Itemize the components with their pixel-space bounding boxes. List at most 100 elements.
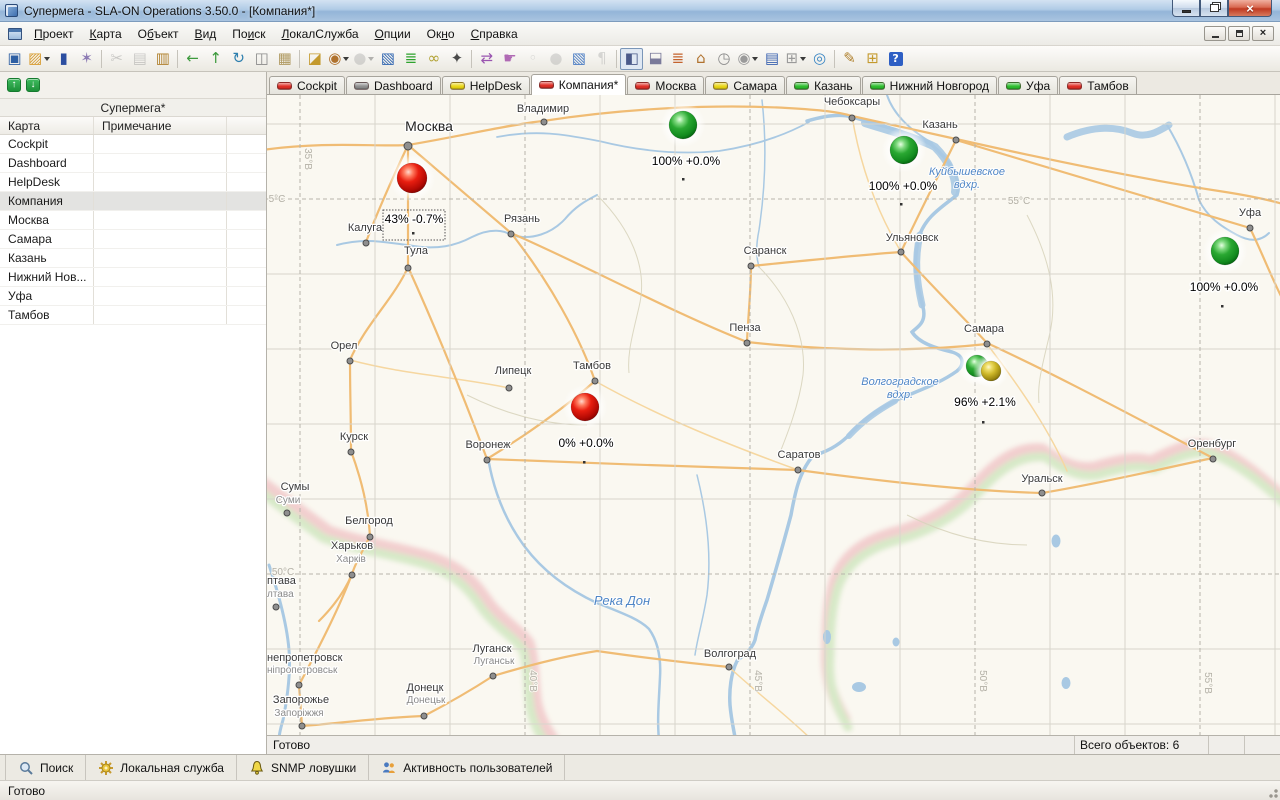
tab-snmp-traps[interactable]: SNMP ловушки — [237, 755, 369, 780]
restore-button[interactable] — [1200, 0, 1228, 17]
link-icon[interactable]: ∞ — [422, 48, 445, 70]
tab-company[interactable]: Компания* — [531, 74, 627, 95]
sidebar-row[interactable]: Казань — [0, 249, 266, 268]
mdi-restore-button[interactable] — [1228, 26, 1250, 41]
city-label: Самара — [964, 323, 1005, 335]
pin-icon[interactable]: ✦ — [445, 48, 468, 70]
open-map-icon[interactable]: ▨ — [26, 48, 52, 70]
help-icon[interactable]: ? — [884, 48, 907, 70]
status-legend-icon[interactable]: ≣ — [666, 48, 689, 70]
nav-up-button[interactable]: ↑ — [7, 78, 21, 92]
tab-user-activity[interactable]: Активность пользователей — [369, 755, 565, 780]
magic-wand-icon[interactable]: ✶ — [75, 48, 98, 70]
menu-local-service[interactable]: ЛокалСлужба — [274, 23, 367, 45]
workflow-icon[interactable]: ⊞ — [861, 48, 884, 70]
home-icon[interactable]: ⌂ — [689, 48, 712, 70]
add-user-icon[interactable]: ◉ — [326, 48, 351, 70]
globe-user-icon[interactable]: ◎ — [808, 48, 831, 70]
save-icon[interactable]: ▮ — [52, 48, 75, 70]
menu-map[interactable]: Карта — [82, 23, 130, 45]
menu-window[interactable]: Окно — [419, 23, 463, 45]
tab-cockpit[interactable]: Cockpit — [269, 76, 345, 94]
tab-moscow[interactable]: Москва — [627, 76, 704, 94]
tab-dashboard[interactable]: Dashboard — [346, 76, 441, 94]
paste-icon[interactable]: ▥ — [151, 48, 174, 70]
city-dot — [748, 263, 754, 269]
column-header-map[interactable]: Карта — [0, 117, 94, 134]
status-sphere-icon — [397, 163, 427, 193]
sidebar-row[interactable]: Cockpit — [0, 135, 266, 154]
sidebar-row[interactable]: HelpDesk — [0, 173, 266, 192]
tab-nizhny-novgorod[interactable]: Нижний Новгород — [862, 76, 997, 94]
city-label: Воронеж — [465, 439, 511, 451]
tab-helpdesk[interactable]: HelpDesk — [442, 76, 530, 94]
mdi-minimize-button[interactable] — [1204, 26, 1226, 41]
mdi-child-icon[interactable] — [8, 28, 22, 40]
note-cell — [94, 211, 227, 229]
back-icon[interactable]: ← — [181, 48, 204, 70]
city-label: Владимир — [517, 103, 569, 115]
marker-anchor-dot — [583, 461, 586, 464]
new-map-icon[interactable]: ▣ — [3, 48, 26, 70]
panel-left-icon[interactable]: ◧ — [620, 48, 643, 70]
map-canvas[interactable]: 35°В40°В45°В50°В55°В5°С55°С50°С Куйбышев… — [267, 95, 1280, 735]
tab-samara[interactable]: Самара — [705, 76, 785, 94]
close-button[interactable]: × — [1228, 0, 1272, 17]
tab-search[interactable]: Поиск — [5, 755, 86, 780]
properties-icon[interactable]: ✎ — [838, 48, 861, 70]
users-icon[interactable]: ◉ — [735, 48, 760, 70]
remote-window-icon[interactable]: ◫ — [250, 48, 273, 70]
sidebar-row[interactable]: Компания — [0, 192, 266, 211]
add-report-icon[interactable]: ◪ — [303, 48, 326, 70]
key-icon: ◦ — [521, 48, 544, 70]
menu-options[interactable]: Опции — [367, 23, 419, 45]
resize-grip[interactable] — [1266, 786, 1278, 798]
add-chart-icon[interactable]: ▧ — [376, 48, 399, 70]
city-label: Саранск — [744, 245, 787, 257]
city-label: Чебоксары — [824, 96, 880, 108]
tab-label: Казань — [814, 79, 853, 93]
menu-search[interactable]: Поиск — [224, 23, 273, 45]
up-icon[interactable]: ↑ — [204, 48, 227, 70]
city-dot — [404, 142, 412, 150]
traffic-light-icon[interactable]: ≣ — [399, 48, 422, 70]
city-label: Рязань — [504, 213, 540, 225]
tab-kazan[interactable]: Казань — [786, 76, 861, 94]
city-sublabel: Харків — [336, 554, 366, 565]
sync-icon[interactable]: ⇄ — [475, 48, 498, 70]
marker-value-label: 100% +0.0% — [652, 154, 721, 168]
menu-help[interactable]: Справка — [463, 23, 526, 45]
nav-down-button[interactable]: ↓ — [26, 78, 40, 92]
sidebar-row[interactable]: Москва — [0, 211, 266, 230]
menu-view[interactable]: Вид — [187, 23, 225, 45]
minimize-button[interactable] — [1172, 0, 1200, 17]
panel-bottom-icon[interactable]: ◧ — [643, 48, 666, 70]
menu-object[interactable]: Объект — [130, 23, 187, 45]
tab-local-service[interactable]: Локальная служба — [86, 755, 237, 780]
tab-ufa[interactable]: Уфа — [998, 76, 1058, 94]
tree-icon[interactable]: ⊞ — [783, 48, 808, 70]
tab-tambov[interactable]: Тамбов — [1059, 76, 1137, 94]
sla-chart-icon[interactable]: ▧ — [567, 48, 590, 70]
status-led-icon — [713, 82, 728, 90]
mdi-close-button[interactable]: × — [1252, 26, 1274, 41]
city-label: птава — [267, 575, 297, 587]
sidebar-row[interactable]: Dashboard — [0, 154, 266, 173]
grid-window-icon[interactable]: ▦ — [273, 48, 296, 70]
bell-icon — [249, 760, 265, 776]
titlebar: Супермега - SLA-ON Operations 3.50.0 - [… — [0, 0, 1280, 22]
column-header-note[interactable]: Примечание — [94, 117, 227, 134]
marker-anchor-dot — [1221, 305, 1224, 308]
copy-icon: ▤ — [128, 48, 151, 70]
menu-project[interactable]: Проект — [26, 23, 82, 45]
sidebar-row[interactable]: Самара — [0, 230, 266, 249]
clock-icon[interactable]: ◷ — [712, 48, 735, 70]
sidebar-row[interactable]: Нижний Нов... — [0, 268, 266, 287]
graticule-label: 55°В — [1202, 672, 1213, 694]
refresh-icon[interactable]: ↻ — [227, 48, 250, 70]
list-window-icon[interactable]: ▤ — [760, 48, 783, 70]
toolbar-separator — [299, 50, 300, 68]
hand-pointer-icon[interactable]: ☛ — [498, 48, 521, 70]
sidebar-row[interactable]: Уфа — [0, 287, 266, 306]
sidebar-row[interactable]: Тамбов — [0, 306, 266, 325]
